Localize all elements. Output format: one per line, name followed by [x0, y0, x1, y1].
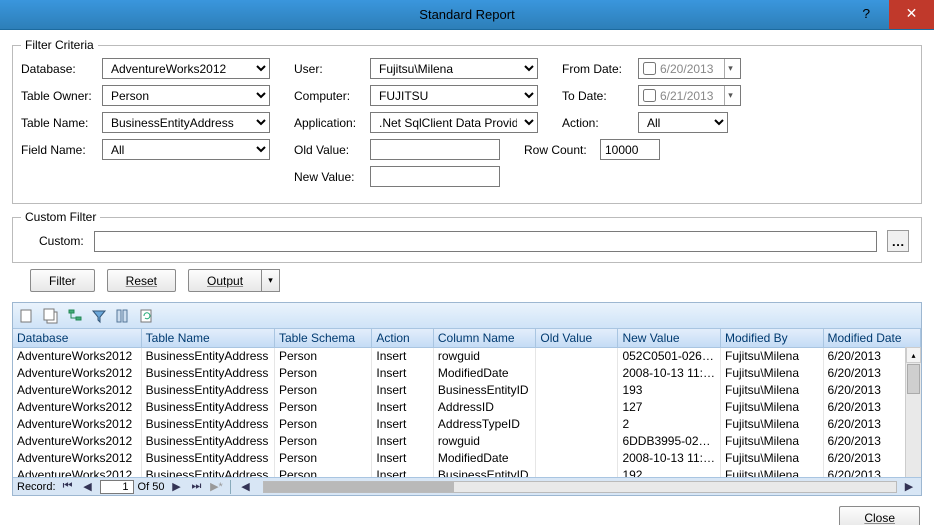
hscroll-left-icon[interactable]: ◀ — [237, 480, 253, 493]
table-row[interactable]: AdventureWorks2012BusinessEntityAddressP… — [13, 433, 921, 450]
help-icon[interactable]: ? — [844, 0, 889, 29]
column-header[interactable]: Old Value — [536, 329, 618, 348]
toolbar-filter-icon[interactable] — [91, 308, 107, 324]
row-count-input[interactable] — [600, 139, 660, 160]
table-row[interactable]: AdventureWorks2012BusinessEntityAddressP… — [13, 365, 921, 382]
nav-first-icon[interactable]: ⏮ — [60, 480, 76, 493]
toolbar-columns-icon[interactable] — [115, 308, 131, 324]
column-header[interactable]: Database — [13, 329, 141, 348]
results-grid: DatabaseTable NameTable SchemaActionColu… — [12, 302, 922, 496]
output-button[interactable]: Output — [188, 269, 262, 292]
record-navigator: Record: ⏮ ◀ Of 50 ▶ ⏭ ▶* ◀ ▶ — [13, 477, 921, 495]
column-header[interactable]: Table Schema — [274, 329, 371, 348]
table-name-select[interactable]: BusinessEntityAddress — [102, 112, 270, 133]
from-date-input[interactable]: 6/20/2013▾ — [638, 58, 741, 79]
column-header[interactable]: Modified By — [720, 329, 823, 348]
custom-filter-group: Custom Filter Custom: … — [12, 210, 922, 263]
table-row[interactable]: AdventureWorks2012BusinessEntityAddressP… — [13, 399, 921, 416]
table-owner-select[interactable]: Person — [102, 85, 270, 106]
column-header[interactable]: Modified Date — [823, 329, 920, 348]
new-value-input[interactable] — [370, 166, 500, 187]
action-select[interactable]: All — [638, 112, 728, 133]
field-name-select[interactable]: All — [102, 139, 270, 160]
application-select[interactable]: .Net SqlClient Data Provider — [370, 112, 538, 133]
label-to-date: To Date: — [562, 89, 632, 103]
label-database: Database: — [21, 62, 96, 76]
horizontal-scrollbar[interactable] — [263, 481, 897, 493]
nav-prev-icon[interactable]: ◀ — [80, 480, 96, 493]
nav-next-icon[interactable]: ▶ — [168, 480, 184, 493]
label-old-value: Old Value: — [294, 143, 364, 157]
toolbar-new-icon[interactable] — [19, 308, 35, 324]
label-field-name: Field Name: — [21, 143, 96, 157]
label-application: Application: — [294, 116, 364, 130]
table-row[interactable]: AdventureWorks2012BusinessEntityAddressP… — [13, 382, 921, 399]
vertical-scrollbar[interactable]: ▴ — [905, 347, 921, 477]
computer-select[interactable]: FUJITSU — [370, 85, 538, 106]
table-row[interactable]: AdventureWorks2012BusinessEntityAddressP… — [13, 416, 921, 433]
titlebar: Standard Report ? ✕ — [0, 0, 934, 30]
table-row[interactable]: AdventureWorks2012BusinessEntityAddressP… — [13, 467, 921, 478]
column-header[interactable]: Table Name — [141, 329, 274, 348]
custom-filter-browse-button[interactable]: … — [887, 230, 909, 252]
label-computer: Computer: — [294, 89, 364, 103]
label-table-owner: Table Owner: — [21, 89, 96, 103]
label-custom: Custom: — [39, 234, 84, 248]
close-button[interactable]: Close — [839, 506, 920, 525]
label-table-name: Table Name: — [21, 116, 96, 130]
record-current-input[interactable] — [100, 480, 134, 494]
old-value-input[interactable] — [370, 139, 500, 160]
reset-button[interactable]: Reset — [107, 269, 176, 292]
toolbar-refresh-icon[interactable] — [139, 308, 155, 324]
database-select[interactable]: AdventureWorks2012 — [102, 58, 270, 79]
label-from-date: From Date: — [562, 62, 632, 76]
to-date-input[interactable]: 6/21/2013▾ — [638, 85, 741, 106]
output-dropdown-icon[interactable]: ▾ — [262, 269, 280, 292]
window-title: Standard Report — [0, 7, 934, 22]
custom-filter-input[interactable] — [94, 231, 877, 252]
label-new-value: New Value: — [294, 170, 364, 184]
label-row-count: Row Count: — [524, 143, 594, 157]
column-header[interactable]: New Value — [618, 329, 721, 348]
column-header[interactable]: Column Name — [433, 329, 536, 348]
toolbar-copy-icon[interactable] — [43, 308, 59, 324]
nav-new-icon: ▶* — [208, 480, 224, 493]
table-row[interactable]: AdventureWorks2012BusinessEntityAddressP… — [13, 450, 921, 467]
filter-criteria-group: Filter Criteria Database: AdventureWorks… — [12, 38, 922, 204]
close-icon[interactable]: ✕ — [889, 0, 934, 29]
label-user: User: — [294, 62, 364, 76]
filter-button[interactable]: Filter — [30, 269, 95, 292]
filter-criteria-legend: Filter Criteria — [21, 38, 98, 52]
toolbar-tree-icon[interactable] — [67, 308, 83, 324]
user-select[interactable]: Fujitsu\Milena — [370, 58, 538, 79]
record-of-text: Of 50 — [138, 481, 165, 493]
grid-toolbar — [13, 303, 921, 329]
table-row[interactable]: AdventureWorks2012BusinessEntityAddressP… — [13, 348, 921, 365]
custom-filter-legend: Custom Filter — [21, 210, 100, 224]
nav-last-icon[interactable]: ⏭ — [188, 480, 204, 493]
label-action: Action: — [562, 116, 632, 130]
column-header[interactable]: Action — [372, 329, 434, 348]
hscroll-right-icon[interactable]: ▶ — [901, 480, 917, 493]
record-label: Record: — [17, 481, 56, 493]
